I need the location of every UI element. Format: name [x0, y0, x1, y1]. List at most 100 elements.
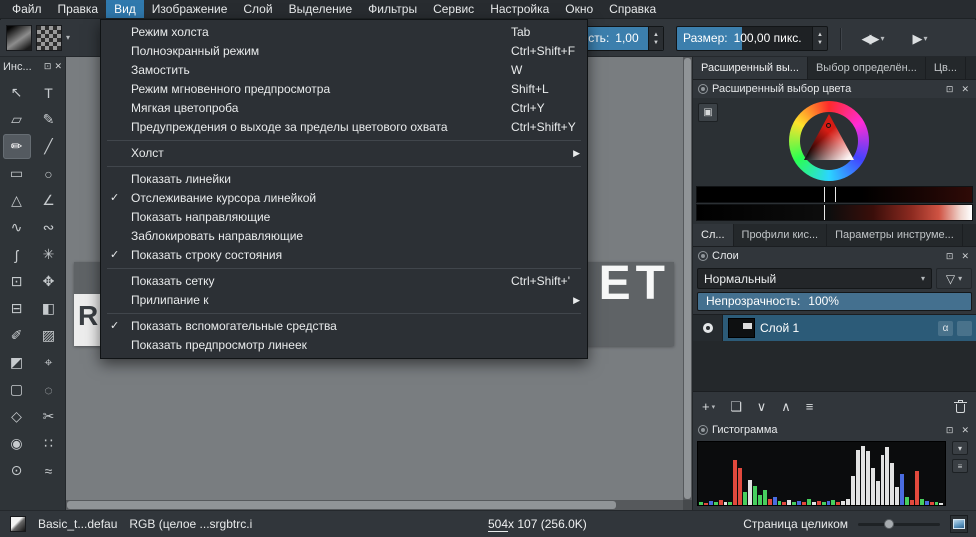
view-menu-item-1[interactable]: Режим холста Tab — [101, 23, 587, 42]
float-docker-icon[interactable]: ⊡ — [944, 251, 956, 262]
tool-pattern-edit[interactable]: ▨ — [35, 323, 63, 348]
float-docker-icon[interactable]: ⊡ — [44, 61, 52, 72]
view-menu-item-16[interactable]: Показать сетку Ctrl+Shift+' — [101, 272, 587, 291]
tool-rect-select[interactable]: ▢ — [3, 377, 31, 402]
view-menu-item-3[interactable]: Замостить W — [101, 61, 587, 80]
close-docker-icon[interactable]: ✕ — [959, 84, 971, 95]
tool-assistants[interactable]: ⌖ — [35, 350, 63, 375]
zoom-slider-track[interactable] — [858, 523, 940, 526]
shade-gradient-bar[interactable] — [696, 204, 973, 221]
delete-layer-button[interactable] — [954, 399, 967, 414]
close-docker-icon[interactable]: ✕ — [959, 251, 971, 262]
zoom-slider-handle[interactable] — [884, 519, 895, 529]
layer-visibility-toggle[interactable] — [693, 315, 723, 341]
view-menu-item-6[interactable]: Предупреждения о выходе за пределы цвето… — [101, 118, 587, 137]
view-menu-item-12[interactable]: Показать направляющие — [101, 208, 587, 227]
tool-polygon-select[interactable]: ◇ — [3, 404, 31, 429]
menubar-item-1[interactable]: Файл — [4, 0, 50, 18]
wraparound-mode-button[interactable]: ▶ ▾ — [900, 25, 940, 52]
menubar-item-9[interactable]: Настройка — [482, 0, 557, 18]
tool-transform[interactable]: ⊡ — [3, 269, 31, 294]
tool-calligraphy[interactable]: ✎ — [35, 107, 63, 132]
add-layer-button[interactable]: + ▾ — [702, 399, 715, 414]
layer-row[interactable]: Слой 1 α — [693, 315, 976, 341]
view-menu-item-19[interactable]: ✓ Показать вспомогательные средства — [101, 317, 587, 336]
tool-line[interactable]: ╱ — [35, 134, 63, 159]
docker-tab-2[interactable]: Выбор определён... — [808, 57, 926, 79]
tool-edit-shapes[interactable]: ▱ — [3, 107, 31, 132]
size-spinbox[interactable]: Размер: 100,00 пикс. ▲ ▼ — [676, 26, 828, 51]
docker-tab-3[interactable]: Параметры инструме... — [827, 224, 963, 246]
view-menu-item-5[interactable]: Мягкая цветопроба Ctrl+Y — [101, 99, 587, 118]
tool-freehand-path[interactable]: ∾ — [35, 215, 63, 240]
advanced-color-selector[interactable]: ▣ — [693, 98, 976, 224]
view-menu-item-8[interactable]: Холст ▶ — [101, 144, 587, 163]
layer-filter-button[interactable]: ▽ ▾ — [936, 268, 972, 289]
menubar-item-6[interactable]: Выделение — [281, 0, 361, 18]
menubar-item-2[interactable]: Правка — [50, 0, 107, 18]
horizontal-scroll-thumb[interactable] — [67, 501, 617, 509]
float-docker-icon[interactable]: ⊡ — [944, 84, 956, 95]
tool-fill[interactable]: ◩ — [3, 350, 31, 375]
gradient-preset-button[interactable] — [6, 25, 32, 51]
tool-freehand-select[interactable]: ✂ — [35, 404, 63, 429]
move-layer-up-button[interactable]: ∧ — [781, 399, 791, 415]
vertical-scroll-thumb[interactable] — [684, 58, 691, 499]
menubar-item-7[interactable]: Фильтры — [360, 0, 425, 18]
spin-up-icon[interactable]: ▲ — [817, 32, 823, 38]
tool-select-shapes[interactable]: ↖ — [3, 80, 31, 105]
spin-down-icon[interactable]: ▼ — [817, 40, 823, 46]
docker-tab-2[interactable]: Профили кис... — [734, 224, 828, 246]
tool-bezier-select[interactable]: ⊙ — [3, 458, 31, 483]
docker-tab-3[interactable]: Цв... — [926, 57, 966, 79]
spin-up-icon[interactable]: ▲ — [653, 32, 659, 38]
layer-properties-button[interactable]: ≡ — [806, 399, 814, 414]
fit-view-button[interactable] — [950, 515, 968, 533]
hue-ring[interactable] — [789, 101, 869, 181]
layer-opacity-slider[interactable]: Непрозрачность: 100% — [697, 292, 972, 311]
tool-multibrush[interactable]: ✳ — [35, 242, 63, 267]
histogram-options-button[interactable]: ≡ — [952, 459, 968, 473]
tool-text[interactable]: T — [35, 80, 63, 105]
tool-move[interactable]: ✥ — [35, 269, 63, 294]
docker-tab-1[interactable]: Сл... — [693, 224, 734, 246]
view-menu-item-2[interactable]: Полноэкранный режим Ctrl+Shift+F — [101, 42, 587, 61]
opacity-spin-arrows[interactable]: ▲ ▼ — [648, 27, 663, 50]
tool-ellipse[interactable]: ○ — [35, 161, 63, 186]
view-menu-item-11[interactable]: ✓ Отслеживание курсора линейкой — [101, 189, 587, 208]
tool-freehand-brush[interactable]: ✏ — [2, 134, 31, 159]
value-slider-bar[interactable] — [696, 186, 973, 203]
close-docker-icon[interactable]: ✕ — [959, 425, 971, 436]
size-spin-arrows[interactable]: ▲ ▼ — [812, 27, 827, 50]
view-menu-item-17[interactable]: Прилипание к ▶ — [101, 291, 587, 310]
float-docker-icon[interactable]: ⊡ — [944, 425, 956, 436]
tool-ellipse-select[interactable]: ◌ — [35, 377, 63, 402]
tool-similar-select[interactable]: ∷ — [35, 431, 63, 456]
histogram-dropdown-button[interactable]: ▾ — [952, 441, 968, 455]
vertical-scrollbar[interactable] — [683, 57, 692, 500]
tool-polyline[interactable]: ∠ — [35, 188, 63, 213]
view-menu-item-13[interactable]: Заблокировать направляющие — [101, 227, 587, 246]
move-layer-down-button[interactable]: ∨ — [757, 399, 767, 415]
menubar-item-11[interactable]: Справка — [601, 0, 664, 18]
pattern-preset-button[interactable] — [36, 25, 62, 51]
menubar-item-3[interactable]: Вид — [106, 0, 144, 18]
tool-magnetic-select[interactable]: ≈ — [35, 458, 63, 483]
view-menu-item-10[interactable]: Показать линейки — [101, 170, 587, 189]
tool-gradient[interactable]: ◧ — [35, 296, 63, 321]
tool-crop[interactable]: ⊟ — [3, 296, 31, 321]
tool-dynamic-brush[interactable]: ʃ — [3, 242, 31, 267]
view-menu-item-14[interactable]: ✓ Показать строку состояния — [101, 246, 587, 265]
duplicate-layer-button[interactable]: ❏ — [730, 399, 742, 415]
menubar-item-5[interactable]: Слой — [235, 0, 280, 18]
alpha-lock-badge[interactable] — [957, 320, 972, 336]
docker-tab-1[interactable]: Расширенный вы... — [693, 57, 808, 79]
view-menu-item-4[interactable]: Режим мгновенного предпросмотра Shift+L — [101, 80, 587, 99]
spin-down-icon[interactable]: ▼ — [653, 40, 659, 46]
close-docker-icon[interactable]: ✕ — [54, 61, 62, 72]
horizontal-scrollbar[interactable] — [66, 500, 683, 510]
alpha-badge[interactable]: α — [938, 320, 953, 336]
tool-polygon[interactable]: △ — [3, 188, 31, 213]
menubar-item-10[interactable]: Окно — [557, 0, 601, 18]
menubar-item-4[interactable]: Изображение — [144, 0, 236, 18]
